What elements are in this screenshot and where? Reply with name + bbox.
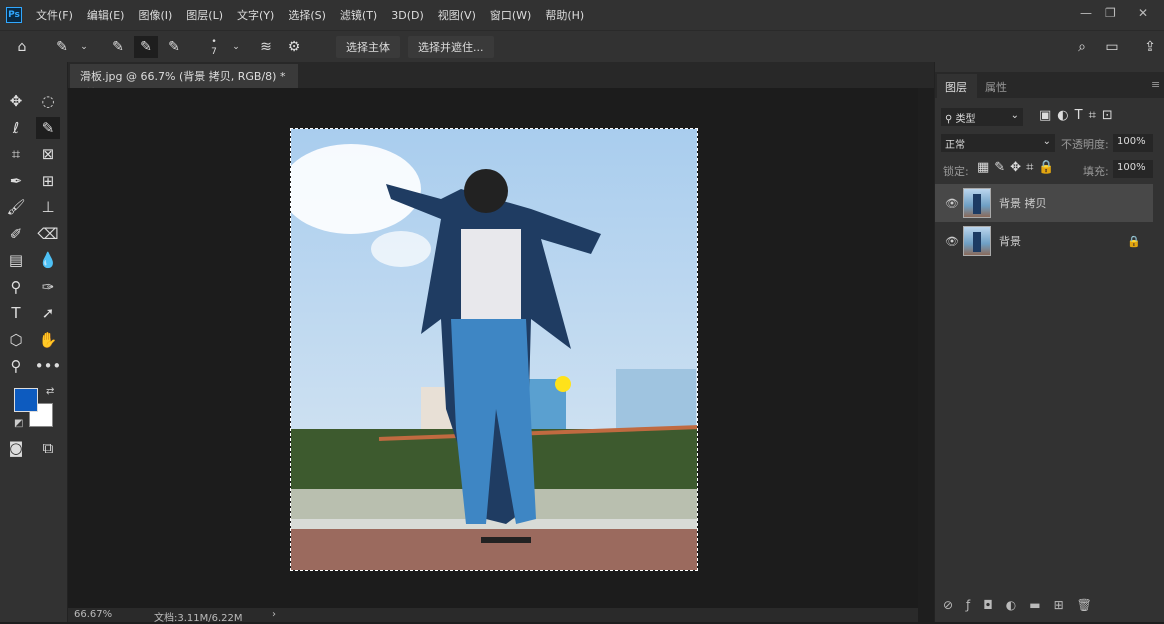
shape-tool-icon[interactable]: ⬡ xyxy=(4,329,28,351)
tab-layers[interactable]: 图层 xyxy=(937,74,977,98)
subtract-selection-icon[interactable]: ✎ xyxy=(162,36,186,58)
layer-thumbnail xyxy=(962,188,991,218)
stamp-tool-icon[interactable]: ⊥ xyxy=(36,196,60,218)
layer-row[interactable]: 👁 背景 拷贝 xyxy=(935,184,1153,222)
enhance-edge-icon[interactable]: ⚙ xyxy=(282,36,306,58)
share-icon[interactable]: ⇪ xyxy=(1138,36,1162,58)
document-tab-bar: 滑板.jpg @ 66.7% (背景 拷贝, RGB/8) * × xyxy=(68,62,934,97)
swap-colors-icon[interactable]: ⇄ xyxy=(46,386,54,397)
menu-bar: Ps 文件(F) 编辑(E) 图像(I) 图层(L) 文字(Y) 选择(S) 滤… xyxy=(0,0,1164,30)
menu-layer[interactable]: 图层(L) xyxy=(186,7,223,23)
healing-brush-tool-icon[interactable]: ⊞ xyxy=(36,170,60,192)
menu-window[interactable]: 窗口(W) xyxy=(490,7,531,23)
lock-icons[interactable]: ▦✎✥⌗🔒 xyxy=(977,160,1060,175)
tab-properties[interactable]: 属性 xyxy=(985,79,1007,95)
zoom-level[interactable]: 66.67% xyxy=(74,609,112,620)
blend-mode-select[interactable]: 正常 ⌄ xyxy=(941,134,1055,152)
hand-tool-icon[interactable]: ✋ xyxy=(36,329,60,351)
eye-icon[interactable]: 👁 xyxy=(945,197,959,210)
restore-icon[interactable]: ❐ xyxy=(1105,6,1116,20)
filter-icons[interactable]: ▣◐T⌗⊡ xyxy=(1039,108,1119,123)
type-tool-icon[interactable]: T xyxy=(4,302,28,324)
move-tool-icon[interactable]: ✥ xyxy=(4,90,28,112)
layer-thumbnail xyxy=(962,226,991,256)
chevron-down-icon[interactable]: ⌄ xyxy=(230,36,242,58)
brush-size-value: 7 xyxy=(211,46,217,57)
layers-panel: 图层 属性 ≡ ⚲ 类型 ⌄ ▣◐T⌗⊡ 正常 ⌄ 不透明度: 100% 锁定: … xyxy=(934,62,1164,622)
blend-mode-value: 正常 xyxy=(945,140,965,151)
foreground-color-swatch[interactable] xyxy=(14,388,38,412)
quick-selection-tool-icon[interactable]: ✎ xyxy=(36,117,60,139)
layer-row[interactable]: 👁 背景 🔒 xyxy=(935,222,1153,260)
pen-tool-icon[interactable]: ✑ xyxy=(36,276,60,298)
skateboarder-photo xyxy=(291,129,697,570)
menu-view[interactable]: 视图(V) xyxy=(438,7,476,23)
eye-icon[interactable]: 👁 xyxy=(945,235,959,248)
opacity-label: 不透明度: xyxy=(1061,138,1109,151)
crop-tool-icon[interactable]: ⌗ xyxy=(4,143,28,165)
menu-type[interactable]: 文字(Y) xyxy=(237,7,274,23)
menu-help[interactable]: 帮助(H) xyxy=(545,7,584,23)
lasso-tool-icon[interactable]: ℓ xyxy=(4,117,28,139)
blur-tool-icon[interactable]: 💧 xyxy=(36,249,60,271)
lock-icon: 🔒 xyxy=(1127,234,1141,248)
search-icon[interactable]: ⌕ xyxy=(1070,36,1094,58)
chevron-down-icon[interactable]: ⌄ xyxy=(78,36,90,58)
document-image[interactable] xyxy=(290,128,698,571)
fill-input[interactable]: 100% xyxy=(1113,160,1153,178)
lock-label: 锁定: xyxy=(943,165,969,178)
brush-size-picker[interactable]: • 7 xyxy=(202,36,226,58)
add-selection-icon[interactable]: ✎ xyxy=(134,35,158,58)
eraser-tool-icon[interactable]: ⌫ xyxy=(36,223,60,245)
dodge-tool-icon[interactable]: ⚲ xyxy=(4,276,28,298)
menu-3d[interactable]: 3D(D) xyxy=(391,9,424,22)
workspace-icon[interactable]: ▭ xyxy=(1100,36,1124,58)
layer-name: 背景 xyxy=(998,235,1021,248)
eyedropper-tool-icon[interactable]: ✒ xyxy=(4,170,28,192)
document-tab-title: 滑板.jpg @ 66.7% (背景 拷贝, RGB/8) * xyxy=(80,70,286,83)
menu-image[interactable]: 图像(I) xyxy=(138,7,172,23)
minimize-icon[interactable]: — xyxy=(1080,6,1092,20)
default-colors-icon[interactable]: ◩ xyxy=(14,418,23,429)
opacity-input[interactable]: 100% xyxy=(1113,134,1153,152)
layer-actions-bar[interactable]: ⊘ƒ◘◐▬⊞🗑 xyxy=(935,598,1164,612)
screen-mode-icon[interactable]: ⧉ xyxy=(36,437,60,459)
fill-label: 填充: xyxy=(1083,165,1109,178)
gradient-tool-icon[interactable]: ▤ xyxy=(4,249,28,271)
close-icon[interactable]: ✕ xyxy=(1138,6,1148,20)
sample-all-layers-icon[interactable]: ≋ xyxy=(254,36,278,58)
menu-filter[interactable]: 滤镜(T) xyxy=(340,7,377,23)
layer-name: 背景 拷贝 xyxy=(998,197,1047,210)
menu-select[interactable]: 选择(S) xyxy=(288,7,326,23)
path-selection-tool-icon[interactable]: ➚ xyxy=(36,302,60,324)
tools-panel: ✥ ◌ ℓ ✎ ⌗ ⊠ ✒ ⊞ 🖌 ⊥ ✐ ⌫ ▤ 💧 ⚲ ✑ T ➚ ⬡ ✋ … xyxy=(0,62,68,622)
brush-tool-icon[interactable]: 🖌 xyxy=(4,196,28,218)
frame-tool-icon[interactable]: ⊠ xyxy=(36,143,60,165)
options-bar: ⌂ ✎ ⌄ ✎ ✎ ✎ • 7 ⌄ ≋ ⚙ 选择主体 选择并遮住... ⌕ ▭ ⇪ xyxy=(0,30,1164,62)
layer-filter-value: 类型 xyxy=(955,114,976,125)
menu-file[interactable]: 文件(F) xyxy=(36,7,73,23)
panel-menu-icon[interactable]: ≡ xyxy=(1151,78,1160,91)
status-bar: 66.67% 文档:3.11M/6.22M › xyxy=(68,608,918,624)
home-icon[interactable]: ⌂ xyxy=(10,36,34,58)
new-selection-icon[interactable]: ✎ xyxy=(106,36,130,58)
more-tools-icon[interactable]: ••• xyxy=(35,355,62,377)
zoom-tool-icon[interactable]: ⚲ xyxy=(4,355,28,377)
layer-filter-select[interactable]: ⚲ 类型 ⌄ xyxy=(941,108,1023,126)
quick-mask-icon[interactable]: ◙ xyxy=(4,437,28,459)
quick-select-preset-icon[interactable]: ✎ xyxy=(50,36,74,58)
photoshop-logo: Ps xyxy=(6,7,22,23)
select-subject-button[interactable]: 选择主体 xyxy=(336,35,400,58)
history-brush-tool-icon[interactable]: ✐ xyxy=(4,223,28,245)
marquee-tool-icon[interactable]: ◌ xyxy=(36,90,60,112)
menu-edit[interactable]: 编辑(E) xyxy=(87,7,125,23)
status-menu-arrow[interactable]: › xyxy=(272,609,276,620)
select-and-mask-button[interactable]: 选择并遮住... xyxy=(408,35,494,58)
document-tab[interactable]: 滑板.jpg @ 66.7% (背景 拷贝, RGB/8) * × xyxy=(70,64,298,97)
